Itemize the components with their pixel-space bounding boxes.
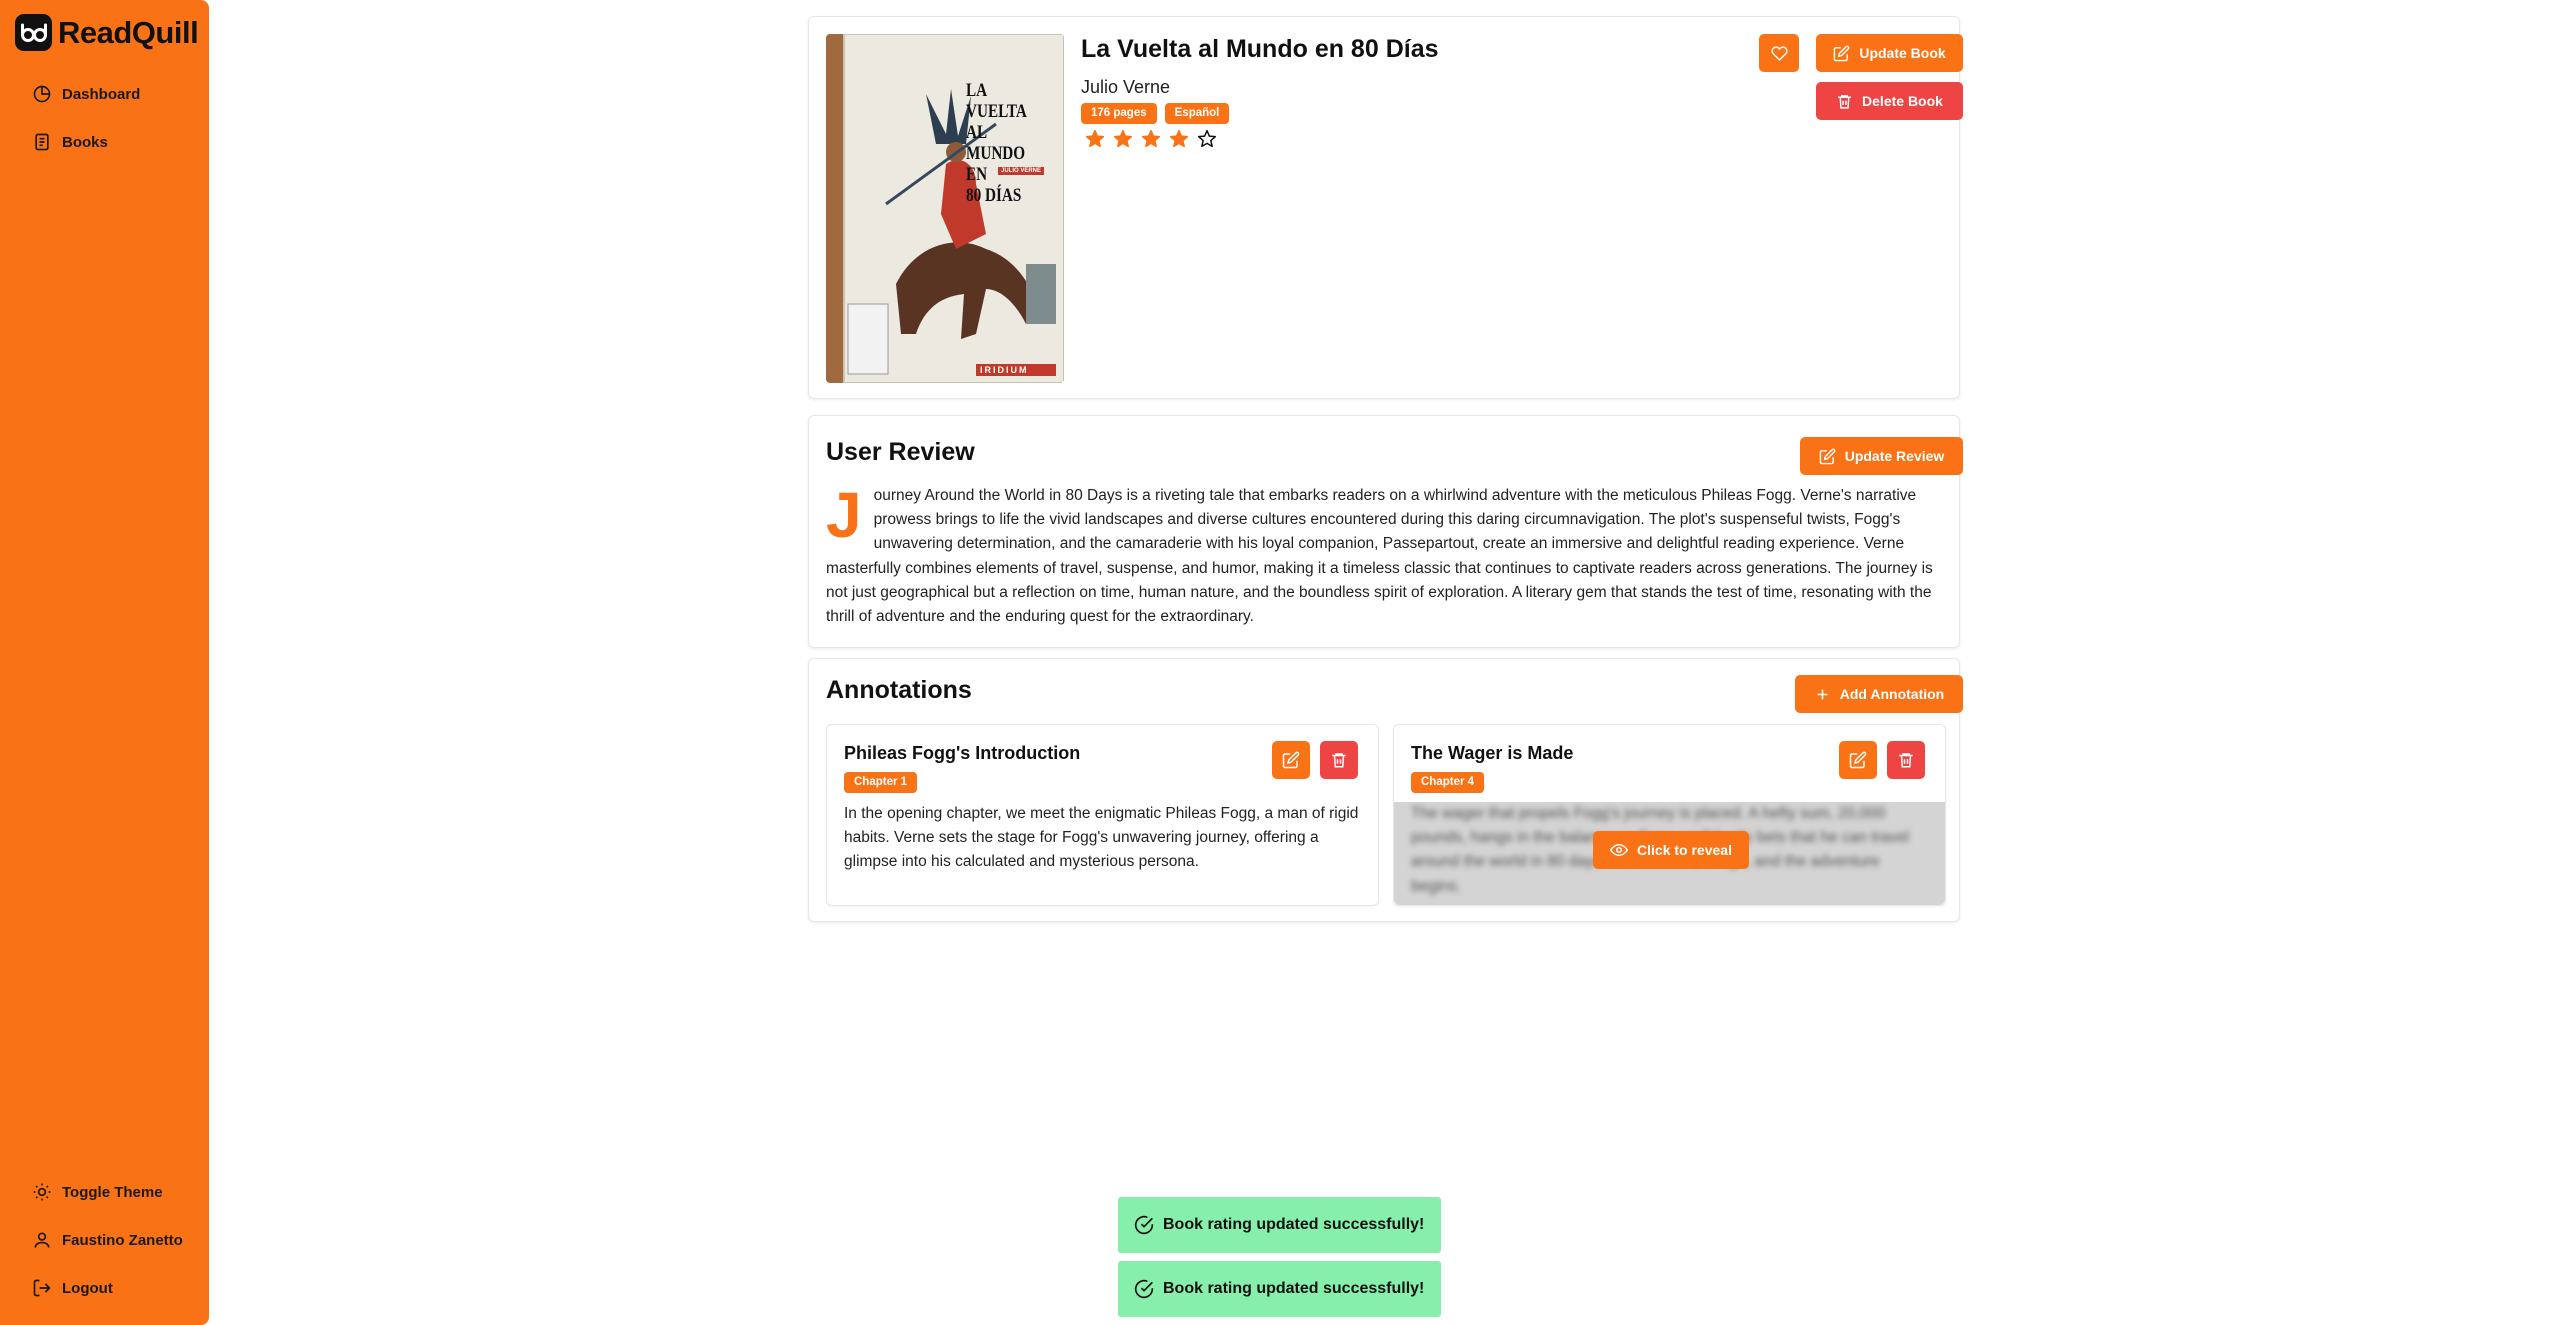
cover-title: LA VUELTA AL MUNDO EN 80 DÍAS (966, 80, 1027, 206)
chapter-badge: Chapter 1 (844, 772, 918, 793)
plus-icon (1817, 689, 1828, 699)
check-circle-icon (1134, 1215, 1154, 1235)
review-body: ourney Around the World in 80 Days is a … (826, 487, 1933, 626)
annotation-card: Phileas Fogg's Introduction Chapter 1 In… (826, 724, 1379, 906)
star-empty-icon[interactable] (1197, 129, 1217, 149)
favorite-button[interactable] (1759, 34, 1799, 72)
book-cover-image: LA VUELTA AL MUNDO EN 80 DÍAS JULIO VERN… (826, 34, 1064, 383)
sidebar-item-label: Books (62, 133, 108, 151)
review-text: Journey Around the World in 80 Days is a… (826, 479, 1946, 629)
star-filled-icon[interactable] (1141, 129, 1161, 149)
readquill-logo-icon (15, 14, 52, 51)
language-badge: Español (1164, 103, 1230, 124)
sun-icon (33, 1183, 51, 1201)
star-filled-icon[interactable] (1169, 129, 1189, 149)
toggle-theme-button[interactable]: Toggle Theme (32, 1182, 163, 1202)
chapter-badge: Chapter 4 (1411, 772, 1485, 793)
book-details-card: LA VUELTA AL MUNDO EN 80 DÍAS JULIO VERN… (808, 16, 1963, 399)
review-dropcap: J (826, 479, 862, 551)
pages-badge: 176 pages (1081, 103, 1157, 124)
trash-icon (1332, 753, 1346, 768)
annotations-heading: Annotations (826, 676, 972, 704)
toast-message: Book rating updated successfully! (1163, 1280, 1425, 1297)
star-filled-icon[interactable] (1113, 129, 1133, 149)
review-heading: User Review (826, 438, 975, 466)
cover-publisher: IRIDIUM (980, 365, 1029, 375)
rating-stars[interactable] (1085, 129, 1217, 149)
logout-icon (33, 1279, 51, 1297)
trash-icon (1838, 94, 1851, 109)
sidebar: ReadQuill Dashboard Books Toggle Theme F… (0, 0, 209, 1325)
toast-notification[interactable]: Book rating updated successfully! (1118, 1197, 1441, 1253)
toast-message: Book rating updated successfully! (1163, 1216, 1425, 1233)
add-annotation-button[interactable]: Add Annotation (1795, 675, 1963, 713)
user-review-card: User Review Update Review Journey Around… (808, 415, 1963, 648)
reveal-button[interactable]: Click to reveal (1593, 831, 1749, 869)
annotations-card: Annotations Add Annotation Phileas Fogg'… (808, 658, 1963, 922)
sidebar-item-label: Logout (62, 1279, 113, 1297)
app-name: ReadQuill (58, 14, 199, 50)
brand[interactable]: ReadQuill (15, 14, 199, 51)
eye-icon (1610, 843, 1629, 857)
spoiler-overlay[interactable]: The wager that propels Fogg's journey is… (1394, 802, 1945, 905)
edit-icon (1819, 448, 1836, 464)
cover-author-tag: JULIO VERNE (998, 167, 1045, 175)
annotation-title: Phileas Fogg's Introduction (844, 743, 1081, 763)
annotation-text: In the opening chapter, we meet the enig… (844, 805, 1359, 871)
sidebar-item-dashboard[interactable]: Dashboard (32, 84, 140, 104)
edit-icon (1282, 751, 1300, 769)
book-badges: 176 pages Español (1081, 103, 1230, 124)
toast-notification[interactable]: Book rating updated successfully! (1118, 1261, 1441, 1317)
user-profile-link[interactable]: Faustino Zanetto (32, 1230, 183, 1250)
update-review-button[interactable]: Update Review (1800, 437, 1963, 475)
update-book-button[interactable]: Update Book (1816, 34, 1963, 72)
edit-icon (1849, 751, 1867, 769)
star-filled-icon[interactable] (1085, 129, 1105, 149)
sidebar-item-label: Faustino Zanetto (62, 1231, 183, 1249)
book-icon (35, 133, 49, 151)
book-title: La Vuelta al Mundo en 80 Días (1081, 35, 1439, 63)
heart-icon (1770, 45, 1788, 61)
annotation-title: The Wager is Made (1411, 743, 1574, 763)
delete-annotation-button[interactable] (1320, 741, 1358, 779)
dashboard-icon (33, 85, 51, 103)
edit-icon (1834, 45, 1850, 61)
edit-annotation-button[interactable] (1272, 741, 1310, 779)
logout-button[interactable]: Logout (32, 1278, 113, 1298)
trash-icon (1899, 753, 1913, 768)
sidebar-item-label: Toggle Theme (62, 1183, 163, 1201)
edit-annotation-button[interactable] (1839, 741, 1877, 779)
sidebar-item-books[interactable]: Books (32, 132, 108, 152)
delete-book-button[interactable]: Delete Book (1816, 82, 1963, 120)
check-circle-icon (1134, 1279, 1154, 1299)
sidebar-item-label: Dashboard (62, 85, 141, 103)
annotation-card: The Wager is Made Chapter 4 The wager th… (1393, 724, 1946, 906)
delete-annotation-button[interactable] (1887, 741, 1925, 779)
user-icon (34, 1232, 50, 1248)
book-author: Julio Verne (1081, 77, 1171, 97)
